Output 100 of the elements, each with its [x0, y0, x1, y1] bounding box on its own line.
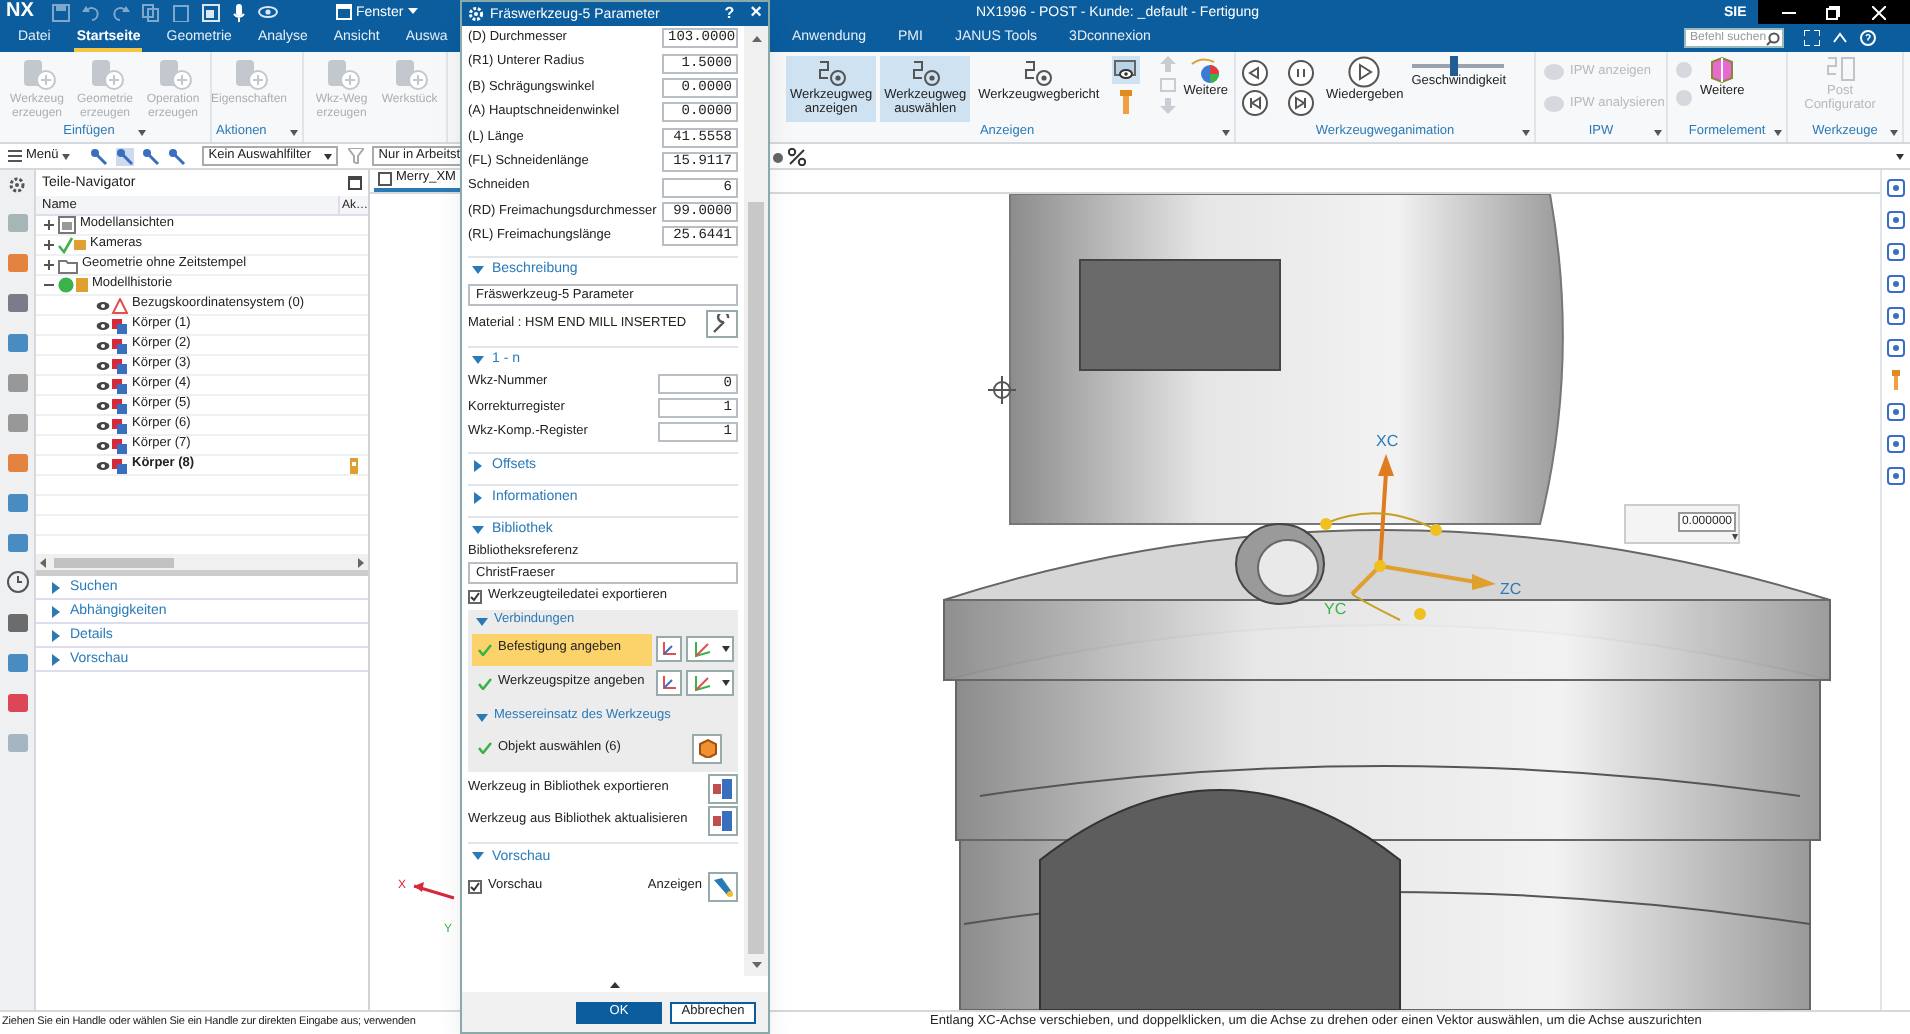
paste-icon[interactable] [172, 3, 190, 21]
eye-body-icon [96, 397, 128, 413]
dropdown-caret-icon[interactable] [290, 130, 299, 136]
display-toggle-button[interactable] [1111, 56, 1140, 84]
expand-icon[interactable] [44, 240, 54, 250]
expand-icon[interactable] [44, 220, 54, 230]
crosshair-icon [988, 376, 1016, 404]
slider-thumb[interactable] [1450, 56, 1459, 76]
expand-caret-icon[interactable] [472, 459, 484, 472]
screw-icon[interactable] [1117, 90, 1134, 114]
orientation-dropdown[interactable] [686, 670, 734, 697]
select-object-button[interactable] [692, 733, 722, 764]
wrench-icon [712, 314, 732, 335]
clock-icon[interactable] [5, 570, 29, 594]
caret-icon[interactable] [1896, 154, 1904, 160]
restore-icon[interactable] [1826, 5, 1841, 19]
selection-icon[interactable] [142, 147, 161, 165]
gear-icon [468, 6, 484, 22]
library-button[interactable] [708, 805, 738, 836]
redo-icon[interactable] [112, 3, 130, 21]
checkmark-icon [478, 742, 492, 755]
selection-icon[interactable] [90, 147, 109, 165]
expand-caret-icon[interactable] [50, 605, 62, 617]
step-back-icon[interactable] [1242, 60, 1269, 86]
fast-forward-icon[interactable] [1288, 90, 1315, 116]
scroll-right-icon[interactable] [358, 557, 364, 567]
collapse-caret-icon[interactable] [476, 615, 488, 628]
axis-label: XC [1376, 432, 1399, 450]
expand-icon[interactable] [44, 260, 54, 270]
horizontal-scrollbar[interactable] [36, 554, 368, 570]
checkmark-icon [478, 677, 492, 690]
collapse-ribbon-icon[interactable] [1832, 30, 1848, 46]
scroll-up-icon[interactable] [751, 36, 761, 42]
library-button[interactable] [708, 773, 738, 804]
folder-icon [58, 257, 78, 273]
axis-label: YC [1324, 600, 1347, 618]
down-arrow-icon [1159, 98, 1176, 114]
collapse-caret-icon[interactable] [472, 353, 484, 366]
help-button[interactable]: ? [724, 6, 735, 22]
fullscreen-icon[interactable] [1804, 30, 1820, 46]
expand-caret-icon[interactable] [50, 653, 62, 665]
checkbox[interactable] [468, 589, 482, 604]
microphone-icon[interactable] [232, 3, 246, 21]
help-icon[interactable] [1860, 30, 1876, 46]
expand-caret-icon[interactable] [472, 491, 484, 504]
caret-icon [62, 153, 71, 159]
dropdown-caret-icon[interactable] [1522, 130, 1531, 136]
scroll-left-icon[interactable] [40, 557, 46, 567]
scroll-down-icon[interactable] [751, 962, 761, 968]
settings-icon[interactable] [8, 176, 26, 194]
checkbox[interactable] [468, 879, 482, 894]
eye-body-icon [96, 437, 128, 453]
caret-icon [324, 153, 333, 159]
dropdown-caret-icon[interactable] [1222, 130, 1231, 136]
flashlight-icon [712, 875, 734, 898]
app-logo: NX [4, 2, 36, 22]
save-icon[interactable] [52, 3, 70, 21]
show-preview-button[interactable] [708, 871, 738, 902]
collapse-caret-icon[interactable] [476, 711, 488, 724]
expand-caret-icon[interactable] [50, 629, 62, 641]
undo-icon[interactable] [82, 3, 100, 21]
collapse-icon[interactable] [44, 280, 54, 290]
window-icon[interactable] [202, 3, 220, 21]
percent-icon[interactable] [788, 148, 806, 166]
screw-icon[interactable] [1886, 370, 1906, 390]
check-camera-icon [58, 236, 86, 254]
maximize-icon[interactable] [348, 176, 362, 190]
axes-icon [660, 674, 678, 693]
rewind-icon[interactable] [1242, 90, 1269, 116]
dropdown-caret-icon[interactable] [138, 130, 147, 136]
collapse-caret-icon[interactable] [472, 850, 484, 863]
coordinate-triad-drawing[interactable] [1320, 454, 1496, 621]
pause-icon[interactable] [1288, 60, 1315, 86]
close-button[interactable]: × [750, 4, 762, 24]
hatch-eye-icon [1114, 59, 1137, 81]
dropdown-caret-icon[interactable] [1774, 130, 1783, 136]
eye-body-icon [96, 357, 128, 373]
dropdown-caret-icon[interactable] [1654, 130, 1663, 136]
vertical-scrollbar[interactable] [744, 26, 768, 976]
small-triad-drawing [413, 882, 455, 900]
selection-icon[interactable] [116, 147, 135, 165]
close-icon[interactable] [1872, 5, 1887, 19]
copy-icon[interactable] [142, 3, 160, 21]
collapse-caret-icon[interactable] [472, 263, 484, 276]
eye-csys-icon [96, 297, 128, 313]
selection-icon[interactable] [168, 147, 187, 165]
axis-label: ZC [1500, 580, 1522, 598]
toolpath-icon [909, 60, 942, 88]
cube-icon [697, 738, 717, 759]
collapse-arrow-icon[interactable] [610, 981, 620, 987]
expand-caret-icon[interactable] [50, 581, 62, 593]
material-button[interactable] [706, 310, 738, 339]
window-icon [336, 4, 352, 20]
orientation-dropdown[interactable] [686, 636, 734, 663]
csys-button[interactable] [656, 636, 682, 663]
image-icon [1159, 78, 1176, 92]
collapse-caret-icon[interactable] [472, 523, 484, 536]
snap-icon[interactable] [772, 152, 784, 164]
dropdown-caret-icon[interactable] [1890, 130, 1899, 136]
csys-button[interactable] [656, 670, 682, 697]
